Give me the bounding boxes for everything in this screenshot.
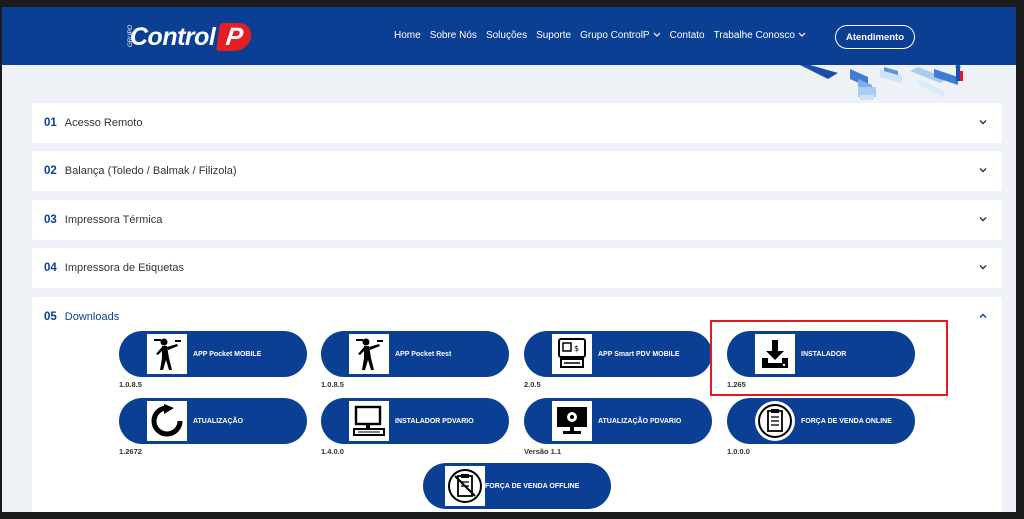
logo-p-badge: P bbox=[216, 23, 254, 51]
accordion-number: 03 bbox=[44, 214, 57, 226]
download-label: APP Smart PDV MOBILE bbox=[598, 350, 680, 358]
download-label: FORÇA DE VENDA OFFLINE bbox=[485, 482, 580, 490]
nav-solucoes-label: Soluções bbox=[485, 30, 528, 41]
site-header: GRUPO Control P Home Sobre Nós Soluções … bbox=[2, 7, 1016, 65]
download-app-pocket-rest-button[interactable]: APP Pocket Rest bbox=[321, 331, 509, 377]
monitor-settings-icon bbox=[552, 401, 592, 441]
accordion-number: 02 bbox=[44, 165, 57, 177]
download-label: APP Pocket MOBILE bbox=[193, 350, 262, 358]
nav-sobre-nos[interactable]: Sobre Nós bbox=[430, 30, 477, 41]
accordion-title: Impressora Térmica bbox=[64, 214, 163, 226]
download-label: ATUALIZAÇÃO bbox=[193, 417, 244, 425]
download-label: ATUALIZAÇÃO PDVARIO bbox=[598, 417, 682, 425]
download-atualizacao-pdvario-button[interactable]: ATUALIZAÇÃO PDVARIO bbox=[524, 398, 712, 444]
nav-contato[interactable]: Contato bbox=[670, 30, 705, 41]
browser-viewport: GRUPO Control P Home Sobre Nós Soluções … bbox=[2, 7, 1016, 512]
waiter-icon bbox=[349, 334, 389, 374]
accordion-header[interactable]: 02 Balança (Toledo / Balmak / Filizola) bbox=[32, 151, 1002, 191]
download-instalador-pdvario-button[interactable]: INSTALADOR PDVARIO bbox=[321, 398, 509, 444]
accordion-title: Acesso Remoto bbox=[64, 117, 143, 129]
accordion-header[interactable]: 01 Acesso Remoto bbox=[32, 103, 1002, 143]
accordion-title: Impressora de Etiquetas bbox=[64, 262, 185, 274]
clipboard-offline-icon bbox=[445, 466, 485, 506]
download-version: Versão 1.1 bbox=[524, 447, 562, 456]
accordion-item-balanca[interactable]: 02 Balança (Toledo / Balmak / Filizola) bbox=[32, 151, 1002, 191]
accordion-number: 04 bbox=[44, 262, 57, 274]
nav-solucoes[interactable]: Soluções bbox=[486, 30, 527, 41]
nav-trabalhe-conosco[interactable]: Trabalhe Conosco bbox=[714, 30, 806, 41]
download-version: 1.0.8.5 bbox=[321, 380, 344, 389]
download-app-pocket-mobile-button[interactable]: APP Pocket MOBILE bbox=[119, 331, 307, 377]
svg-text:$: $ bbox=[574, 344, 579, 353]
main-nav: Home Sobre Nós Soluções Suporte Grupo Co… bbox=[394, 30, 815, 41]
accordion-header[interactable]: 03 Impressora Térmica bbox=[32, 200, 1002, 240]
download-version: 1.2672 bbox=[119, 447, 142, 456]
download-forca-venda-online-button[interactable]: FORÇA DE VENDA ONLINE bbox=[727, 398, 915, 444]
download-label: APP Pocket Rest bbox=[395, 350, 452, 358]
download-label: INSTALADOR PDVARIO bbox=[395, 417, 474, 425]
download-version: 1.0.8.5 bbox=[119, 380, 142, 389]
accordion-item-impressora-termica[interactable]: 03 Impressora Térmica bbox=[32, 200, 1002, 240]
nav-suporte-label: Suporte bbox=[536, 30, 572, 41]
accordion-header[interactable]: 04 Impressora de Etiquetas bbox=[32, 248, 1002, 288]
logo-control-text: Control bbox=[130, 22, 216, 51]
logo-grupo-text: GRUPO bbox=[128, 24, 135, 48]
nav-home[interactable]: Home bbox=[394, 30, 421, 41]
chevron-down-icon[interactable] bbox=[978, 214, 988, 224]
nav-grupo-controlp-label: Grupo ControlP bbox=[580, 30, 650, 41]
nav-suporte[interactable]: Suporte bbox=[536, 30, 571, 41]
chevron-up-icon[interactable] bbox=[978, 311, 988, 321]
highlight-box bbox=[710, 320, 948, 396]
nav-trabalhe-conosco-label: Trabalhe Conosco bbox=[713, 30, 795, 41]
waiter-icon bbox=[147, 334, 187, 374]
isometric-illustration bbox=[800, 65, 963, 100]
accordion-number: 01 bbox=[44, 117, 57, 129]
download-app-smart-pdv-mobile-button[interactable]: $ APP Smart PDV MOBILE bbox=[524, 331, 712, 377]
accordion-title: Downloads bbox=[64, 311, 120, 323]
nav-home-label: Home bbox=[394, 30, 421, 41]
computer-icon bbox=[349, 401, 389, 441]
download-atualizacao-button[interactable]: ATUALIZAÇÃO bbox=[119, 398, 307, 444]
chevron-down-icon bbox=[798, 32, 806, 40]
accordion-item-impressora-etiquetas[interactable]: 04 Impressora de Etiquetas bbox=[32, 248, 1002, 288]
atendimento-button[interactable]: Atendimento bbox=[835, 25, 915, 49]
clipboard-list-icon bbox=[755, 401, 795, 441]
chevron-down-icon[interactable] bbox=[978, 117, 988, 127]
accordion-item-acesso-remoto[interactable]: 01 Acesso Remoto bbox=[32, 103, 1002, 143]
pos-terminal-icon: $ bbox=[552, 334, 592, 374]
download-version: 2.0.5 bbox=[524, 380, 541, 389]
download-forca-venda-offline-button[interactable]: FORÇA DE VENDA OFFLINE bbox=[423, 463, 611, 509]
chevron-down-icon[interactable] bbox=[978, 262, 988, 272]
accordion-number: 05 bbox=[44, 311, 57, 323]
download-version: 1.4.0.0 bbox=[321, 447, 344, 456]
refresh-icon bbox=[147, 401, 187, 441]
chevron-down-icon bbox=[653, 32, 661, 40]
screenshot-frame: GRUPO Control P Home Sobre Nós Soluções … bbox=[0, 0, 1024, 519]
download-label: FORÇA DE VENDA ONLINE bbox=[801, 417, 892, 425]
nav-contato-label: Contato bbox=[669, 30, 705, 41]
accordion-title: Balança (Toledo / Balmak / Filizola) bbox=[64, 165, 237, 177]
download-version: 1.0.0.0 bbox=[727, 447, 750, 456]
nav-grupo-controlp[interactable]: Grupo ControlP bbox=[580, 30, 661, 41]
nav-sobre-nos-label: Sobre Nós bbox=[429, 30, 477, 41]
chevron-down-icon[interactable] bbox=[978, 165, 988, 175]
controlp-logo[interactable]: GRUPO Control P bbox=[124, 22, 254, 52]
